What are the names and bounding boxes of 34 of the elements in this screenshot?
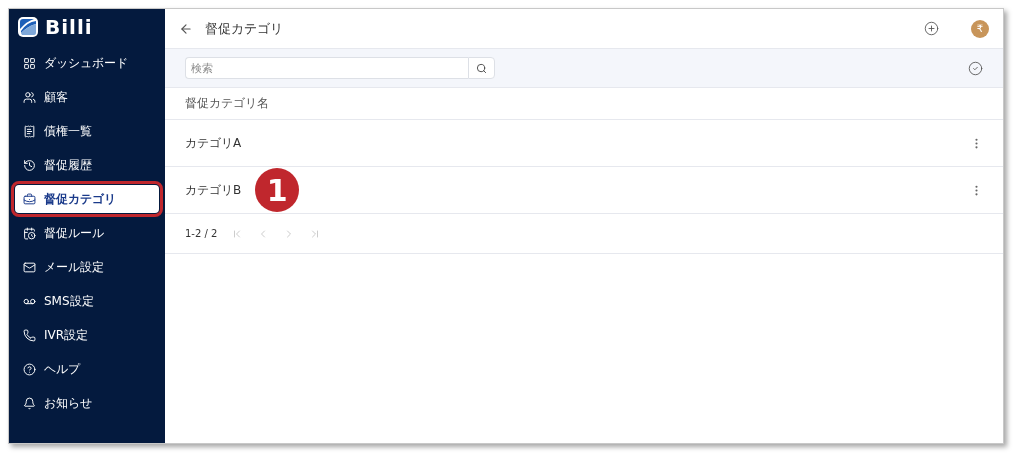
sidebar-item[interactable]: お知らせ [15,389,159,417]
page-title: 督促カテゴリ [205,19,284,38]
sidebar-item[interactable]: IVR設定 [15,321,159,349]
page-range: 1-2 / 2 [185,228,218,239]
step-marker: 1 [255,168,300,212]
receipt-icon [23,124,36,138]
sidebar-item[interactable]: 督促履歴 [15,151,159,179]
briefcase-icon [23,192,36,206]
bell-icon [23,396,36,410]
table-cell: カテゴリA [185,134,242,152]
table-cell: カテゴリB [185,181,242,199]
check-icon[interactable] [968,60,983,76]
sidebar-item[interactable]: ダッシュボード [15,49,159,77]
sidebar-item[interactable]: 顧客 [15,83,159,111]
sidebar-item[interactable]: SMS設定 [15,287,159,315]
search-button[interactable] [468,57,495,79]
sidebar-item[interactable]: メール設定 [15,253,159,281]
calendar-icon [23,226,36,240]
logo-text: Billi [45,15,93,39]
phone-icon [23,328,36,342]
mail-icon [23,260,36,274]
sidebar-item[interactable]: 債権一覧 [15,117,159,145]
sidebar-item[interactable]: 督促ルール [15,219,159,247]
logo-icon [17,16,39,38]
add-icon[interactable] [924,21,939,36]
help-icon [23,362,36,376]
users-icon [23,90,36,104]
sidebar-item[interactable]: ヘルプ [15,355,159,383]
history-icon [23,158,36,172]
grid-icon [23,56,36,70]
back-icon[interactable] [179,21,193,36]
search-icon [476,62,487,74]
column-header: 督促カテゴリ名 [185,95,269,112]
search-field[interactable]: 検索 [185,57,468,79]
